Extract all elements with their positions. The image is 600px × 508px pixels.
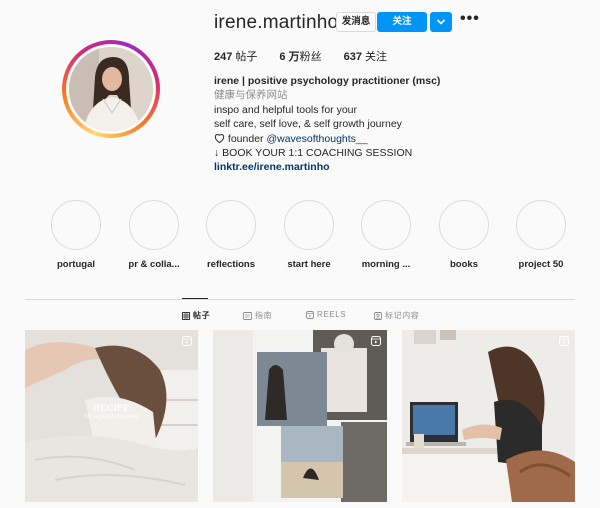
avatar-photo (69, 47, 153, 131)
tab-guides[interactable]: 指南 (243, 310, 272, 321)
followers-count-label: 粉丝 (299, 51, 322, 63)
highlight-cover (516, 200, 566, 250)
profile-avatar[interactable] (62, 40, 160, 138)
reels-icon (306, 310, 314, 319)
avatar-image (69, 47, 153, 131)
post-overlay-subtitle: for a good morning (84, 413, 139, 420)
tab-posts[interactable]: 帖子 (182, 310, 210, 321)
grid-icon (182, 311, 190, 320)
bio-external-link[interactable]: linktr.ee/irene.martinho (214, 160, 554, 174)
username: irene.martinho (214, 12, 339, 33)
highlight-cover (206, 200, 256, 250)
active-tab-indicator (182, 298, 208, 299)
posts-count-value: 247 (214, 51, 233, 63)
suggested-dropdown-button[interactable] (430, 12, 452, 32)
post-thumbnail[interactable] (402, 330, 575, 502)
chevron-down-icon (436, 19, 446, 25)
highlight-label: portugal (57, 259, 95, 270)
tab-tagged[interactable]: 标记内容 (374, 310, 419, 321)
highlight-label: books (450, 259, 478, 270)
tab-label: REELS (317, 310, 347, 319)
highlight-label: morning ... (361, 259, 411, 270)
followers-count[interactable]: 6 万粉丝 (279, 48, 321, 64)
post-overlay-title: RECIPE (93, 403, 130, 413)
story-highlight[interactable]: start here (279, 200, 339, 270)
highlight-cover (51, 200, 101, 250)
more-options-icon[interactable]: ••• (460, 11, 480, 27)
profile-bio: irene | positive psychology practitioner… (214, 74, 554, 175)
story-highlight[interactable]: reflections (201, 200, 261, 270)
follow-button[interactable]: 关注 (377, 12, 427, 32)
tab-label: 标记内容 (385, 311, 420, 320)
story-highlight[interactable]: portugal (46, 200, 106, 270)
following-count[interactable]: 637 关注 (344, 48, 387, 64)
highlight-cover (439, 200, 489, 250)
reel-icon (559, 336, 569, 346)
profile-stats: 247 帖子 6 万粉丝 637 关注 (214, 48, 387, 64)
tabs-divider (25, 299, 575, 300)
bio-name: irene | positive psychology practitioner… (214, 75, 441, 87)
highlight-label: pr & colla... (128, 259, 180, 270)
tab-label: 指南 (255, 311, 273, 320)
reel-icon (371, 336, 381, 346)
highlight-label: reflections (206, 259, 256, 270)
highlight-cover (361, 200, 411, 250)
highlight-cover (129, 200, 179, 250)
posts-count: 247 帖子 (214, 48, 257, 64)
tab-reels[interactable]: REELS (306, 310, 346, 319)
tab-label: 帖子 (193, 311, 211, 320)
reel-icon (182, 336, 192, 346)
bio-category: 健康与保养网站 (214, 89, 288, 102)
story-highlight[interactable]: morning ... (356, 200, 416, 270)
message-button[interactable]: 发消息 (336, 12, 376, 32)
tagged-icon (374, 311, 382, 320)
post-thumbnail[interactable]: RECIPE for a good morning (25, 330, 198, 502)
story-highlight[interactable]: project 50 (511, 200, 571, 270)
highlight-cover (284, 200, 334, 250)
following-count-value: 637 (343, 51, 362, 63)
highlight-label: project 50 (518, 259, 564, 270)
story-highlight[interactable]: pr & colla... (124, 200, 184, 270)
bio-founder-line: founder @wavesofthoughts__ (214, 132, 554, 146)
following-count-label: 关注 (361, 51, 388, 63)
story-highlight[interactable]: books (434, 200, 494, 270)
guide-icon (243, 311, 252, 320)
bio-booking: ↓ BOOK YOUR 1:1 COACHING SESSION (214, 147, 413, 160)
post-thumbnail[interactable] (213, 330, 387, 502)
heart-icon (214, 133, 225, 143)
bio-founder-prefix: founder (227, 132, 267, 145)
posts-count-label: 帖子 (232, 51, 258, 63)
bio-mention-link[interactable]: @wavesofthoughts__ (266, 133, 367, 145)
bio-line: inspo and helpful tools for your (214, 103, 358, 116)
post-image (213, 330, 387, 502)
bio-line: self care, self love, & self growth jour… (214, 118, 402, 131)
followers-count-value: 6 万 (279, 51, 300, 63)
avatar-ring-gap (66, 44, 156, 134)
highlight-label: start here (287, 259, 331, 270)
post-image (402, 330, 575, 502)
